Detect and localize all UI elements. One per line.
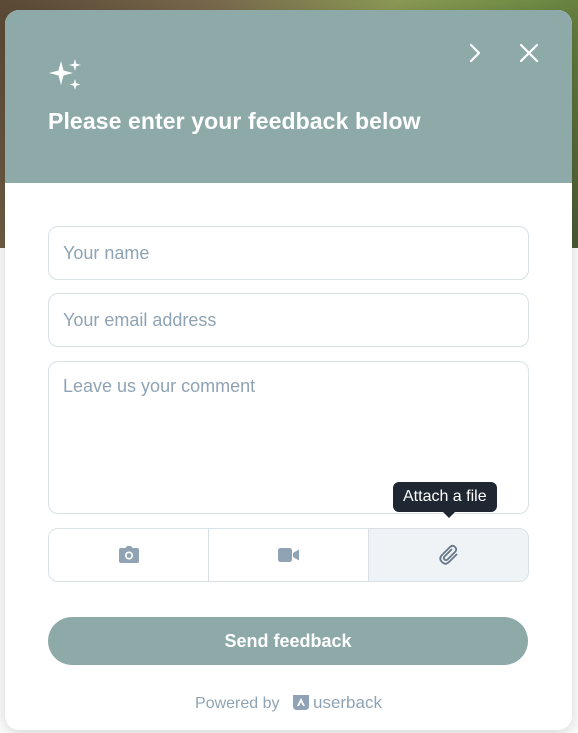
screenshot-button[interactable] [49, 529, 208, 581]
paperclip-icon [438, 544, 457, 565]
feedback-widget: Please enter your feedback below Attach … [5, 10, 572, 730]
tooltip-arrow [442, 511, 456, 518]
close-icon[interactable] [516, 40, 542, 66]
widget-title: Please enter your feedback below [48, 108, 421, 134]
userback-logo-icon [292, 695, 309, 710]
attach-file-button[interactable] [368, 529, 528, 581]
record-video-button[interactable] [208, 529, 368, 581]
sparkles-icon [49, 59, 81, 90]
camera-icon [118, 546, 139, 563]
chevron-right-icon[interactable] [463, 40, 487, 66]
attach-file-tooltip: Attach a file [393, 482, 497, 512]
powered-by-footer: Powered by userback [5, 693, 572, 713]
send-feedback-button[interactable]: Send feedback [48, 617, 528, 665]
attachment-toolbar [48, 528, 529, 582]
powered-by-label: Powered by [195, 695, 280, 712]
userback-brand[interactable]: userback [313, 693, 382, 712]
video-icon [277, 548, 299, 562]
name-input[interactable] [48, 226, 529, 280]
email-input[interactable] [48, 293, 529, 347]
widget-header: Please enter your feedback below [5, 10, 572, 183]
